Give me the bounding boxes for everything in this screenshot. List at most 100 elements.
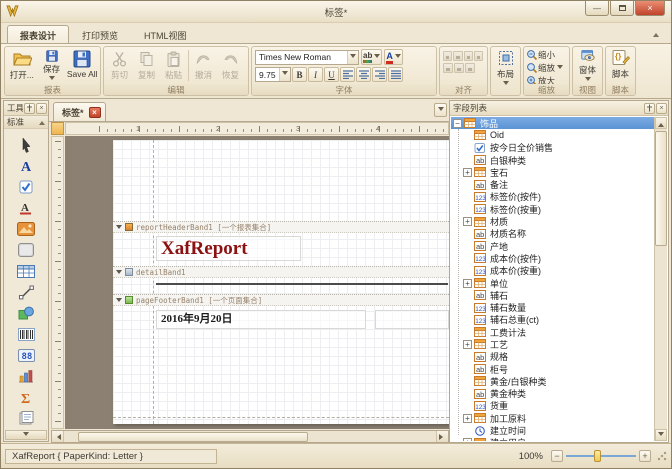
align-right-button[interactable] xyxy=(372,67,387,82)
save-button[interactable]: 保存 xyxy=(37,48,67,83)
fieldlist-item[interactable]: 黄金/白银种类 xyxy=(451,375,654,387)
toolbox-pin-icon[interactable] xyxy=(24,103,35,114)
fieldlist-item[interactable]: 123成本价(按重) xyxy=(451,265,654,277)
ribbon-collapse-button[interactable] xyxy=(649,28,663,40)
font-name-dropdown-icon[interactable] xyxy=(347,51,358,64)
fieldlist-item[interactable]: +建立用户 xyxy=(451,437,654,441)
fieldlist-item[interactable]: Oid xyxy=(451,129,654,141)
tree-expander-icon[interactable]: + xyxy=(463,438,472,441)
fieldlist-item[interactable]: ab辅石 xyxy=(451,289,654,301)
zoom-slider[interactable] xyxy=(566,455,636,457)
align-tops-button[interactable] xyxy=(474,51,483,61)
undo-button[interactable]: 撤消 xyxy=(190,48,217,83)
font-color-button[interactable]: A xyxy=(384,49,403,65)
toolbox-category-standard[interactable]: 标准 xyxy=(4,116,48,129)
font-size-dropdown-icon[interactable] xyxy=(279,68,290,81)
tree-expander-icon[interactable]: + xyxy=(463,414,472,423)
align-left-button[interactable] xyxy=(340,67,355,82)
fieldlist-item[interactable]: 按今日全价销售 xyxy=(451,142,654,154)
footer-date-label[interactable]: 2016年9月20日 xyxy=(156,310,366,329)
tool-page-info[interactable] xyxy=(14,408,38,428)
font-name-combo[interactable]: Times New Roman xyxy=(255,50,359,65)
tool-gauge[interactable]: 88 xyxy=(14,345,38,365)
toolbox-scroll-down-button[interactable] xyxy=(5,430,47,440)
tool-shape[interactable] xyxy=(14,303,38,323)
tab-html-view[interactable]: HTML视图 xyxy=(131,25,200,43)
tree-expander-icon[interactable]: + xyxy=(463,217,472,226)
fieldlist-item[interactable]: ab黄金种类 xyxy=(451,388,654,400)
script-button[interactable]: {} 脚本 xyxy=(606,47,635,84)
tool-label[interactable]: A xyxy=(14,156,38,176)
scroll-right-icon[interactable] xyxy=(436,431,448,442)
align-rights-button[interactable] xyxy=(464,51,473,61)
tab-report-design[interactable]: 报表设计 xyxy=(7,25,69,43)
fieldlist-item[interactable]: ab备注 xyxy=(451,178,654,190)
copy-button[interactable]: 复制 xyxy=(133,48,160,83)
fieldlist-scrollbar[interactable] xyxy=(654,117,667,441)
tree-expander-icon[interactable]: + xyxy=(463,340,472,349)
fieldlist-item[interactable]: 123标签价(按重) xyxy=(451,203,654,215)
ruler-corner[interactable] xyxy=(51,122,64,135)
band-collapse-icon[interactable] xyxy=(116,298,122,305)
bold-button[interactable]: B xyxy=(292,67,307,82)
tool-panel[interactable] xyxy=(14,240,38,260)
document-close-icon[interactable]: × xyxy=(89,107,101,118)
fieldlist-item[interactable]: ab规格 xyxy=(451,351,654,363)
designer-horizontal-scrollbar[interactable] xyxy=(51,430,449,443)
tool-table[interactable] xyxy=(14,261,38,281)
fieldlist-close-icon[interactable]: × xyxy=(656,103,667,114)
fieldlist-item[interactable]: ab白银种类 xyxy=(451,154,654,166)
zoom-out-button[interactable]: 缩小 xyxy=(526,48,567,61)
fieldlist-item[interactable]: ab柜号 xyxy=(451,363,654,375)
fieldlist-item[interactable]: +加工原料 xyxy=(451,412,654,424)
band-detail[interactable]: detailBand1 xyxy=(113,266,449,278)
footer-empty-label[interactable] xyxy=(375,310,449,329)
tab-print-preview[interactable]: 打印预览 xyxy=(69,25,131,43)
align-to-grid-button[interactable] xyxy=(465,63,475,73)
paste-button[interactable]: 粘贴 xyxy=(160,48,187,83)
zoom-button[interactable]: 缩放 xyxy=(526,61,567,74)
cut-button[interactable]: 剪切 xyxy=(106,48,133,83)
font-size-combo[interactable]: 9.75 xyxy=(255,67,291,82)
tree-expander-icon[interactable]: + xyxy=(463,168,472,177)
fieldlist-item[interactable]: ab产地 xyxy=(451,240,654,252)
resize-grip[interactable] xyxy=(657,451,667,461)
report-title-label[interactable]: XafReport xyxy=(156,236,301,261)
align-justify-button[interactable] xyxy=(388,67,403,82)
save-all-button[interactable]: Save All xyxy=(66,48,98,83)
fieldlist-item[interactable]: 123货重 xyxy=(451,400,654,412)
report-page[interactable]: reportHeaderBand1 [一个报表集合] XafReport det… xyxy=(113,140,449,424)
tool-check-box[interactable] xyxy=(14,177,38,197)
fieldlist-item[interactable]: ab材质名称 xyxy=(451,228,654,240)
align-bottoms-button[interactable] xyxy=(454,63,464,73)
windows-button[interactable]: 窗体 xyxy=(573,47,602,84)
document-tab[interactable]: 标签* × xyxy=(53,102,106,121)
align-centers-button[interactable] xyxy=(453,51,462,61)
zoom-out-step-button[interactable]: − xyxy=(551,450,563,462)
tool-rich-text[interactable]: A xyxy=(14,198,38,218)
tool-picture-box[interactable] xyxy=(14,219,38,239)
maximize-button[interactable] xyxy=(610,1,634,16)
fieldlist-item[interactable]: 123成本价(按件) xyxy=(451,252,654,264)
fieldlist-item[interactable]: 123标签价(按件) xyxy=(451,191,654,203)
zoom-slider-thumb[interactable] xyxy=(594,450,601,462)
fieldlist-item[interactable]: −饰品 xyxy=(451,117,654,129)
tool-pivot-grid[interactable]: Σ xyxy=(14,387,38,407)
highlight-color-button[interactable]: ab xyxy=(361,49,382,65)
align-middles-button[interactable] xyxy=(443,63,453,73)
fieldlist-item[interactable]: +材质 xyxy=(451,215,654,227)
band-collapse-icon[interactable] xyxy=(116,225,122,232)
tool-line[interactable] xyxy=(14,282,38,302)
layout-button[interactable]: 布局 xyxy=(491,47,520,93)
tree-expander-icon[interactable]: − xyxy=(453,119,462,128)
scroll-up-icon[interactable] xyxy=(655,117,667,129)
band-report-header[interactable]: reportHeaderBand1 [一个报表集合] xyxy=(113,221,449,233)
scroll-left-icon[interactable] xyxy=(52,431,64,442)
align-lefts-button[interactable] xyxy=(443,51,452,61)
tool-chart[interactable] xyxy=(14,366,38,386)
close-button[interactable]: × xyxy=(635,1,665,16)
align-center-button[interactable] xyxy=(356,67,371,82)
fieldlist-item[interactable]: +单位 xyxy=(451,277,654,289)
fieldlist-item[interactable]: 工费计法 xyxy=(451,326,654,338)
hscroll-thumb[interactable] xyxy=(78,432,308,442)
